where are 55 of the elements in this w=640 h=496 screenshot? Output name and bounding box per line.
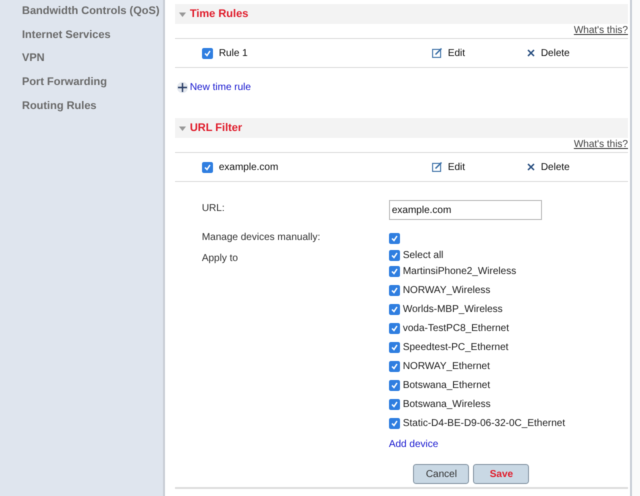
sidebar-item[interactable]: Internet Services <box>0 28 163 52</box>
field-label: Apply to <box>202 252 239 266</box>
field-label: URL: <box>202 202 226 216</box>
device-checkbox[interactable]: Static-D4-BE-D9-06-32-0C_Ethernet <box>388 414 628 433</box>
plus-icon <box>176 82 188 93</box>
sidebar-item[interactable]: Bandwidth Controls (QoS) <box>0 4 163 28</box>
checkbox[interactable] <box>388 399 400 410</box>
checkbox[interactable] <box>388 266 400 277</box>
device-checkbox[interactable]: Botswana_Wireless <box>388 395 628 414</box>
checkbox[interactable] <box>388 323 400 334</box>
device-checkbox[interactable]: Select all <box>388 248 628 262</box>
checkbox[interactable] <box>388 285 400 296</box>
rule-name: example.com <box>218 162 278 172</box>
sidebar-item[interactable]: Routing Rules <box>0 98 163 122</box>
caret-icon[interactable] <box>178 10 186 18</box>
device-checkbox[interactable]: voda-TestPC8_Ethernet <box>388 319 628 338</box>
section-header[interactable]: Time Rules <box>174 4 628 24</box>
device-checkbox[interactable]: NORWAY_Wireless <box>388 281 628 300</box>
new-time-rule-link[interactable]: New time rule <box>176 82 251 93</box>
edit-icon <box>432 48 442 58</box>
help-link[interactable]: What's this? <box>574 25 628 38</box>
cancel-button[interactable]: Cancel <box>413 464 470 484</box>
device-checkbox[interactable]: Worlds-MBP_Wireless <box>388 300 628 319</box>
checkbox[interactable] <box>388 342 400 353</box>
device-checkbox[interactable]: NORWAY_Ethernet <box>388 357 628 376</box>
checkbox[interactable] <box>202 48 213 58</box>
section-title: Time Rules <box>190 8 248 20</box>
section-title: URL Filter <box>190 122 242 134</box>
delete-button[interactable]: Delete <box>526 48 628 58</box>
checkbox[interactable] <box>202 162 213 172</box>
device-checkbox[interactable]: MartinsiPhone2_Wireless <box>388 262 628 281</box>
url-field[interactable]: example.com <box>388 200 542 220</box>
checkbox[interactable] <box>388 418 400 429</box>
delete-button[interactable]: Delete <box>526 162 628 172</box>
close-icon <box>526 163 535 171</box>
device-checkbox[interactable]: Botswana_Ethernet <box>388 376 628 395</box>
help-link[interactable]: What's this? <box>574 139 628 152</box>
rule-name: Rule 1 <box>218 48 248 58</box>
field-label: Manage devices manually: <box>202 231 322 245</box>
checkbox[interactable] <box>388 361 400 372</box>
edit-icon <box>432 162 442 172</box>
device-checkbox[interactable]: Speedtest-PC_Ethernet <box>388 338 628 357</box>
checkbox[interactable] <box>388 250 400 260</box>
checkbox[interactable] <box>388 304 400 315</box>
section-header[interactable]: URL Filter <box>174 118 628 138</box>
close-icon <box>526 49 535 57</box>
add-device-link[interactable]: Add device <box>388 439 438 450</box>
checkbox[interactable] <box>388 380 400 391</box>
edit-button[interactable]: Edit <box>432 48 527 58</box>
sidebar-item[interactable]: VPN <box>0 51 163 76</box>
sidebar-item[interactable]: Port Forwarding <box>0 75 163 99</box>
checkbox[interactable] <box>388 233 400 244</box>
scrollbar[interactable] <box>630 0 640 496</box>
caret-icon[interactable] <box>178 124 186 132</box>
edit-button[interactable]: Edit <box>432 162 527 172</box>
